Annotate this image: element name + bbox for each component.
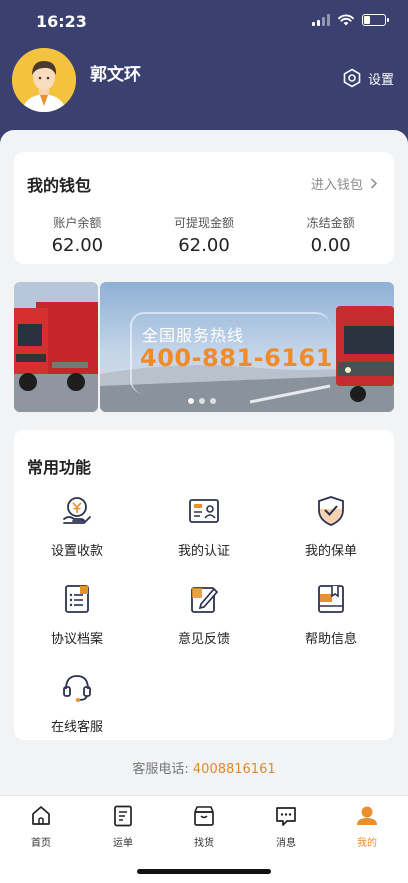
settings-label: 设置 xyxy=(367,72,394,88)
common-functions-card: 常用功能 设置收款 我的认证 我的保单 协议档案 意见反馈 帮助信息 在线客服 xyxy=(14,430,394,740)
func-my-policy[interactable]: 我的保单 xyxy=(268,494,394,559)
account-balance[interactable]: 账户余额 62.00 xyxy=(14,214,141,256)
func-payment-settings[interactable]: 设置收款 xyxy=(14,494,140,559)
settings-button[interactable]: 设置 xyxy=(342,68,394,88)
func-agreement-archive[interactable]: 协议档案 xyxy=(14,582,140,647)
document-list-icon xyxy=(65,585,89,613)
func-feedback[interactable]: 意见反馈 xyxy=(141,582,267,647)
wallet-item-label: 可提现金额 xyxy=(174,216,235,230)
tab-mine[interactable]: 我的 xyxy=(326,804,408,849)
wallet-title: 我的钱包 xyxy=(27,176,92,195)
functions-title: 常用功能 xyxy=(27,458,92,477)
customer-service-hotline: 客服电话: 4008816161 xyxy=(0,758,408,777)
home-icon xyxy=(32,806,50,825)
feedback-edit-icon xyxy=(191,587,219,613)
func-label: 意见反馈 xyxy=(177,632,230,647)
tab-label: 首页 xyxy=(31,838,51,849)
carousel-dot[interactable] xyxy=(199,398,205,404)
withdrawable-amount[interactable]: 可提现金额 62.00 xyxy=(141,214,268,256)
wifi-icon xyxy=(338,14,354,26)
profile-icon xyxy=(357,806,377,825)
banner-carousel[interactable]: 全国服务热线 400-881-6161 xyxy=(14,282,394,412)
tab-label: 我的 xyxy=(357,838,377,849)
tab-messages[interactable]: 消息 xyxy=(245,804,327,849)
func-help-info[interactable]: 帮助信息 xyxy=(268,582,394,647)
settings-hexagon-icon xyxy=(343,68,361,88)
waybill-icon xyxy=(114,805,132,827)
tab-label: 找货 xyxy=(194,838,214,849)
wallet-item-label: 冻结金额 xyxy=(306,216,355,230)
carousel-dot[interactable] xyxy=(210,398,216,404)
func-label: 在线客服 xyxy=(50,720,103,735)
enter-wallet-link[interactable]: 进入钱包 xyxy=(311,174,378,193)
payment-settings-icon xyxy=(63,497,91,524)
func-label: 协议档案 xyxy=(50,632,103,647)
wallet-item-value: 62.00 xyxy=(178,235,230,256)
tab-waybill[interactable]: 运单 xyxy=(82,804,164,849)
hotline-number[interactable]: 4008816161 xyxy=(193,762,276,777)
box-icon xyxy=(194,806,214,826)
enter-wallet-label: 进入钱包 xyxy=(310,178,363,193)
status-time: 16:23 xyxy=(36,12,87,31)
hotline-label: 客服电话: xyxy=(132,762,189,777)
func-label: 我的认证 xyxy=(177,544,230,559)
user-name: 郭文环 xyxy=(90,65,141,85)
wallet-item-value: 62.00 xyxy=(51,235,104,256)
chevron-right-icon xyxy=(370,178,378,189)
frozen-amount[interactable]: 冻结金额 0.00 xyxy=(267,214,394,256)
home-indicator xyxy=(137,869,271,874)
wallet-card: 我的钱包 进入钱包 账户余额 62.00 可提现金额 62.00 冻结金额 0.… xyxy=(14,152,394,264)
banner-hotline-number: 400-881-6161 xyxy=(140,344,333,372)
avatar[interactable] xyxy=(12,48,76,112)
message-icon xyxy=(276,807,296,826)
banner-slide-truck[interactable] xyxy=(14,282,98,412)
carousel-dot[interactable] xyxy=(188,398,194,404)
help-book-icon xyxy=(318,585,344,613)
shield-check-icon xyxy=(318,496,344,526)
tab-home[interactable]: 首页 xyxy=(0,804,82,849)
func-label: 帮助信息 xyxy=(304,632,357,647)
banner-slide-hotline[interactable]: 全国服务热线 400-881-6161 xyxy=(100,282,394,412)
wallet-item-value: 0.00 xyxy=(310,235,351,256)
carousel-indicator xyxy=(188,398,216,404)
wallet-item-label: 账户余额 xyxy=(53,216,102,230)
signal-icon xyxy=(312,14,330,26)
tab-label: 运单 xyxy=(113,838,133,849)
banner-hotline-title: 全国服务热线 xyxy=(142,326,245,345)
status-bar: 16:23 xyxy=(0,0,408,44)
tab-label: 消息 xyxy=(276,838,296,849)
tab-find-goods[interactable]: 找货 xyxy=(163,804,245,849)
id-card-icon xyxy=(189,499,219,523)
func-online-service[interactable]: 在线客服 xyxy=(14,670,140,735)
func-label: 我的保单 xyxy=(304,544,357,559)
headset-icon xyxy=(63,675,91,702)
func-label: 设置收款 xyxy=(50,544,103,559)
func-my-certification[interactable]: 我的认证 xyxy=(141,494,267,559)
battery-icon xyxy=(362,14,389,26)
